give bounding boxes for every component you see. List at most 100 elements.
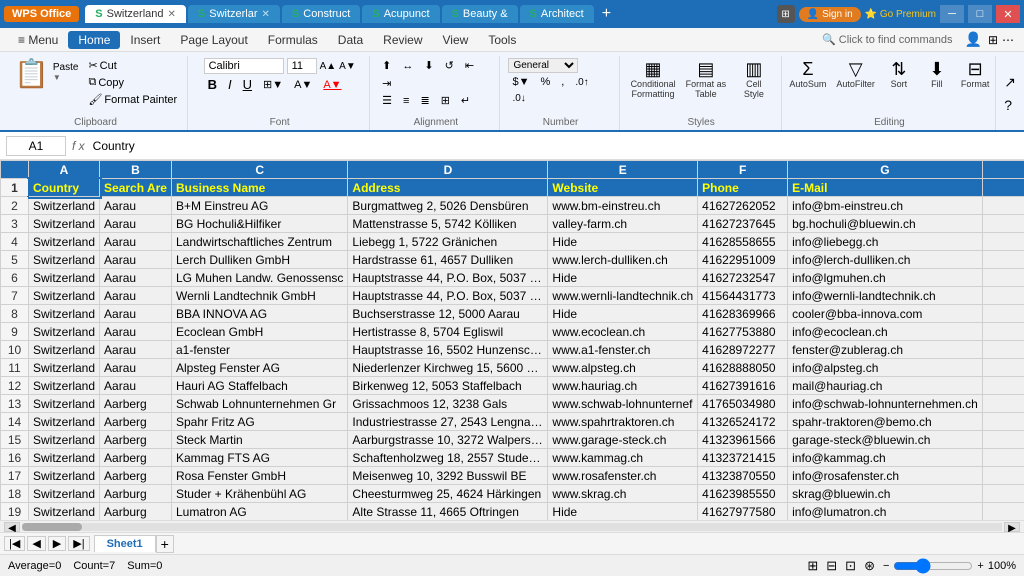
cell-r3-c5[interactable]: 41627237645 [698,215,788,233]
help-icon[interactable]: ? [1004,97,1016,113]
cell-r16-c2[interactable]: Kammag FTS AG [171,449,347,467]
align-right-button[interactable]: ≣ [416,93,433,108]
cell-r16-c1[interactable]: Aarberg [100,449,172,467]
cell-r19-c3[interactable]: Alte Strasse 11, 4665 Oftringen [348,503,548,521]
header-cell-1[interactable]: Search Are [100,179,172,197]
cell-r5-c6[interactable]: info@lerch-dulliken.ch [788,251,983,269]
cell-r5-c4[interactable]: www.lerch-dulliken.ch [548,251,698,269]
cell-r12-c6[interactable]: mail@hauriag.ch [788,377,983,395]
view-custom-icon[interactable]: ⊛ [864,558,875,574]
cell-r7-c5[interactable]: 41564431773 [698,287,788,305]
cell-r2-c5[interactable]: 41627262052 [698,197,788,215]
font-size-increase[interactable]: A▲ [320,61,337,72]
decimal-increase-button[interactable]: .0↑ [571,76,592,89]
indent-increase-button[interactable]: ⇥ [378,76,395,91]
autosum-button[interactable]: Σ AutoSum [785,58,830,91]
formula-input[interactable] [91,137,1018,155]
cell-r19-c7[interactable] [982,503,1024,521]
cell-r16-c3[interactable]: Schaftenholzweg 18, 2557 Studen BE [348,449,548,467]
cell-r19-c1[interactable]: Aarburg [100,503,172,521]
scroll-track[interactable] [22,523,1002,531]
cell-r15-c6[interactable]: garage-steck@bluewin.ch [788,431,983,449]
header-cell-2[interactable]: Business Name [171,179,347,197]
col-header-e[interactable]: E [548,161,698,179]
toolbar-icon-1[interactable]: 👤 [965,31,982,48]
cell-r4-c4[interactable]: Hide [548,233,698,251]
cell-r14-c0[interactable]: Switzerland [29,413,100,431]
cell-r3-c2[interactable]: BG Hochuli&Hilfiker [171,215,347,233]
cell-r6-c1[interactable]: Aarau [100,269,172,287]
conditional-formatting-button[interactable]: ▦ Conditional Formatting [628,58,679,101]
sheet-nav-last[interactable]: ▶| [68,536,89,551]
cell-r17-c5[interactable]: 41323870550 [698,467,788,485]
cell-r6-c4[interactable]: Hide [548,269,698,287]
expand-icon[interactable]: ↗ [1004,74,1016,91]
cell-r12-c2[interactable]: Hauri AG Staffelbach [171,377,347,395]
cell-r7-c0[interactable]: Switzerland [29,287,100,305]
cell-r11-c5[interactable]: 41628888050 [698,359,788,377]
view-page-icon[interactable]: ⊡ [845,558,856,574]
cell-r18-c5[interactable]: 41623985550 [698,485,788,503]
cell-reference-input[interactable] [6,136,66,156]
bold-button[interactable]: B [204,76,221,93]
sheet-nav-first[interactable]: |◀ [4,536,25,551]
cell-r18-c2[interactable]: Studer + Krähenbühl AG [171,485,347,503]
cell-r2-c2[interactable]: B+M Einstreu AG [171,197,347,215]
zoom-in-icon[interactable]: + [977,560,983,572]
cell-r5-c2[interactable]: Lerch Dulliken GmbH [171,251,347,269]
cell-r2-c3[interactable]: Burgmattweg 2, 5026 Densbüren [348,197,548,215]
cell-r10-c5[interactable]: 41628972277 [698,341,788,359]
app-button[interactable]: WPS Office [4,6,79,22]
cell-r17-c6[interactable]: info@rosafenster.ch [788,467,983,485]
cell-r19-c2[interactable]: Lumatron AG [171,503,347,521]
sheet-tab-sheet1[interactable]: Sheet1 [94,535,156,552]
tab-architect[interactable]: S Architect [520,5,594,23]
cell-r7-c6[interactable]: info@wernli-landtechnik.ch [788,287,983,305]
col-header-c[interactable]: C [171,161,347,179]
cell-r11-c7[interactable] [982,359,1024,377]
cell-r17-c4[interactable]: www.rosafenster.ch [548,467,698,485]
comma-button[interactable]: , [557,75,568,89]
cell-r3-c0[interactable]: Switzerland [29,215,100,233]
col-header-h[interactable]: H [982,161,1024,179]
copy-button[interactable]: ⧉ Copy [84,75,181,90]
sign-in-button[interactable]: 👤 Sign in [799,7,861,22]
cell-r9-c1[interactable]: Aarau [100,323,172,341]
cell-r15-c5[interactable]: 41323961566 [698,431,788,449]
align-left-button[interactable]: ☰ [378,93,396,108]
cell-r4-c2[interactable]: Landwirtschaftliches Zentrum [171,233,347,251]
cell-r3-c3[interactable]: Mattenstrasse 5, 5742 Kölliken [348,215,548,233]
cell-r14-c7[interactable] [982,413,1024,431]
cell-r5-c7[interactable] [982,251,1024,269]
fill-button[interactable]: ⬇ Fill [919,58,955,91]
header-cell-0[interactable]: Country [29,179,100,197]
close-button[interactable]: ✕ [996,5,1020,23]
align-top-button[interactable]: ⬆ [378,58,395,73]
text-direction-button[interactable]: ↺ [441,58,458,73]
cell-r6-c5[interactable]: 41627232547 [698,269,788,287]
sheet-nav-prev[interactable]: ◀ [27,536,45,551]
cell-r12-c4[interactable]: www.hauriag.ch [548,377,698,395]
view-normal-icon[interactable]: ⊞ [807,558,818,574]
cell-r8-c5[interactable]: 41628369966 [698,305,788,323]
col-header-d[interactable]: D [348,161,548,179]
cell-r13-c2[interactable]: Schwab Lohnunternehmen Gr [171,395,347,413]
cell-r6-c6[interactable]: info@lgmuhen.ch [788,269,983,287]
cell-r7-c2[interactable]: Wernli Landtechnik GmbH [171,287,347,305]
cell-r12-c1[interactable]: Aarau [100,377,172,395]
col-header-g[interactable]: G [788,161,983,179]
font-size-input[interactable] [287,58,317,74]
cell-r9-c6[interactable]: info@ecoclean.ch [788,323,983,341]
cell-r2-c6[interactable]: info@bm-einstreu.ch [788,197,983,215]
cell-r13-c3[interactable]: Grissachmoos 12, 3238 Gals [348,395,548,413]
font-size-decrease[interactable]: A▼ [339,61,356,72]
cell-r9-c4[interactable]: www.ecoclean.ch [548,323,698,341]
menu-item-page-layout[interactable]: Page Layout [170,31,257,49]
cell-r18-c7[interactable] [982,485,1024,503]
cell-r15-c7[interactable] [982,431,1024,449]
cell-r10-c3[interactable]: Hauptstrasse 16, 5502 Hunzenschwil [348,341,548,359]
cell-r15-c2[interactable]: Steck Martin [171,431,347,449]
cell-r16-c5[interactable]: 41323721415 [698,449,788,467]
cell-r3-c7[interactable] [982,215,1024,233]
cell-r10-c7[interactable] [982,341,1024,359]
